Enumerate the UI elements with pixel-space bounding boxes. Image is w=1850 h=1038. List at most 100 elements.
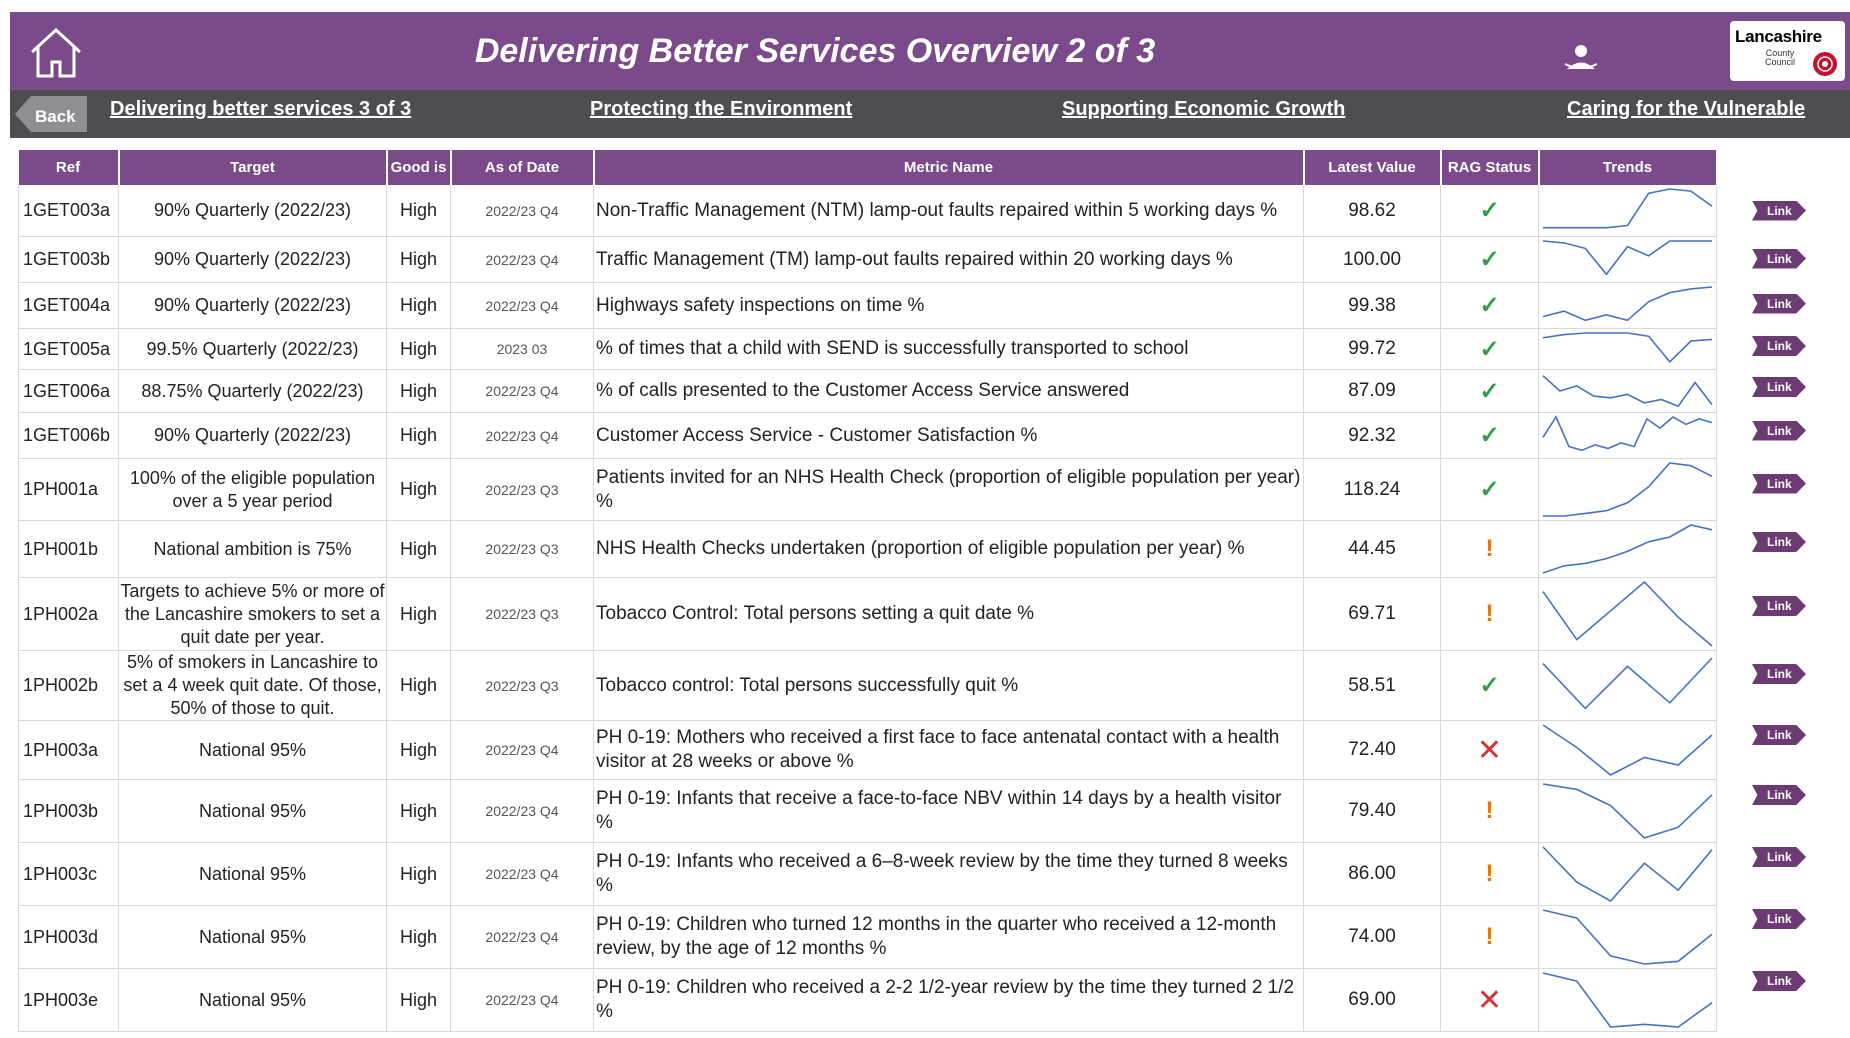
table-row[interactable]: 1PH001b National ambition is 75% High 2022/… [18,520,1717,578]
row-link-button[interactable]: Link [1752,293,1806,314]
latest-value-cell: 99.72 [1303,328,1441,370]
trend-line [1542,972,1713,1028]
latest-value-cell: 98.62 [1303,185,1441,237]
nav-link-supporting-economic-growth[interactable]: Supporting Economic Growth [1062,98,1345,121]
row-link-button[interactable]: Link [1752,377,1806,397]
row-link-button[interactable]: Link [1752,336,1806,356]
table-row[interactable]: 1GET003a 90% Quarterly (2022/23) High 2022/… [18,185,1717,237]
nav-link-caring-vulnerable[interactable]: Caring for the Vulnerable [1567,98,1805,121]
as-of-date-cell: 2022/23 Q3 [450,577,594,651]
header-bar: Delivering Better Services Overview 2 of… [10,12,1850,90]
trend-line [1542,909,1713,965]
column-header[interactable]: Latest Value [1303,150,1442,185]
ref-cell: 1GET004a [18,282,119,329]
row-link-button[interactable]: Link [1752,725,1806,745]
as-of-date-cell: 2022/23 Q4 [450,412,594,459]
table-row[interactable]: 1GET003b 90% Quarterly (2022/23) High 2022/… [18,236,1717,283]
good-is-cell: High [386,968,451,1032]
user-icon[interactable] [1563,42,1599,72]
table-row[interactable]: 1GET006a 88.75% Quarterly (2022/23) High 20… [18,369,1717,413]
table-row[interactable]: 1PH003e National 95% High 2022/23 Q4 PH 0-19… [18,968,1717,1032]
row-link-button[interactable]: Link [1752,596,1806,616]
ref-cell: 1GET003b [18,236,119,283]
trend-line [1542,846,1713,903]
good-is-cell: High [386,520,451,578]
page-title: Delivering Better Services Overview 2 of… [474,32,1156,70]
trend-line [1542,332,1713,363]
table-row[interactable]: 1PH002b 5% of smokers in Lancashire to se… [18,650,1717,721]
good-is-cell: High [386,412,451,459]
good-is-cell: High [386,185,451,237]
row-link-button[interactable]: Link [1752,971,1806,991]
table-row[interactable]: 1GET005a 99.5% Quarterly (2022/23) High 202… [18,328,1717,370]
good-is-cell: High [386,369,451,413]
column-header[interactable]: RAG Status [1440,150,1540,185]
column-header[interactable]: Good is [386,150,452,185]
trend-cell [1538,650,1717,721]
target-cell: 99.5% Quarterly (2022/23) [118,328,387,370]
table-row[interactable]: 1PH003c National 95% High 2022/23 Q4 PH 0-19… [18,842,1717,906]
column-header[interactable]: Target [118,150,388,185]
good-is-cell: High [386,842,451,906]
ref-cell: 1PH003d [18,905,119,969]
latest-value-cell: 69.71 [1303,577,1441,651]
nav-link-protecting-environment[interactable]: Protecting the Environment [590,98,852,121]
rag-status-cell: ! [1440,905,1539,969]
latest-value-cell: 58.51 [1303,650,1441,721]
trend-line [1543,188,1713,229]
column-header[interactable]: Metric Name [593,150,1305,185]
trend-sparkline [1542,415,1713,452]
ref-cell: 1PH001a [18,458,119,521]
trend-cell [1538,520,1717,578]
row-link-button[interactable]: Link [1752,532,1806,552]
trend-line [1542,240,1712,276]
nav-link-delivering-better-services-3[interactable]: Delivering better services 3 of 3 [110,98,411,121]
table-row[interactable]: 1GET004a 90% Quarterly (2022/23) High 2022/… [18,282,1717,329]
row-link-button[interactable]: Link [1752,664,1806,684]
table-row[interactable]: 1PH003b National 95% High 2022/23 Q4 PH 0-19… [18,779,1717,843]
trend-sparkline [1542,783,1713,839]
row-link-button[interactable]: Link [1752,200,1806,221]
trend-line [1542,656,1713,710]
column-header[interactable]: Trends [1538,150,1718,185]
as-of-date-cell: 2022/23 Q3 [450,458,594,521]
ref-cell: 1PH002a [18,577,119,651]
as-of-date-cell: 2022/23 Q3 [450,650,594,721]
trend-line [1542,783,1713,839]
back-button[interactable]: Back [15,96,87,132]
metric-name-cell: Customer Access Service - Customer Satis… [593,412,1304,459]
logo-title: Lancashire [1735,27,1822,46]
table-row[interactable]: 1GET006b 90% Quarterly (2022/23) High 2022/… [18,412,1717,459]
table-row[interactable]: 1PH001a 100% of the eligible population o… [18,458,1717,521]
column-header[interactable]: Ref [18,150,120,185]
good-is-cell: High [386,328,451,370]
row-link-button[interactable]: Link [1752,785,1806,805]
nav-bar: Back Delivering better services 3 of 3 P… [10,90,1850,138]
check-icon: ✓ [1479,335,1500,363]
table-row[interactable]: 1PH002a Targets to achieve 5% or more of … [18,577,1717,651]
trend-cell [1538,369,1717,413]
trend-cell [1538,577,1717,651]
row-link-button[interactable]: Link [1752,847,1806,867]
row-link-button[interactable]: Link [1752,909,1806,929]
column-header[interactable]: As of Date [450,150,595,185]
good-is-cell: High [386,236,451,283]
row-link-button[interactable]: Link [1752,420,1806,441]
metric-name-cell: % of times that a child with SEND is suc… [593,328,1304,370]
check-icon: ✓ [1479,377,1500,405]
trend-sparkline [1542,580,1713,647]
row-link-button[interactable]: Link [1752,248,1806,269]
trend-sparkline [1542,524,1713,574]
trend-cell [1538,458,1717,521]
trend-sparkline [1542,656,1713,710]
metric-name-cell: Highways safety inspections on time % [593,282,1304,329]
table-row[interactable]: 1PH003a National 95% High 2022/23 Q4 PH 0-19… [18,720,1717,780]
table-row[interactable]: 1PH003d National 95% High 2022/23 Q4 PH 0-19… [18,905,1717,969]
row-link-button[interactable]: Link [1752,473,1806,494]
target-cell: 90% Quarterly (2022/23) [118,412,387,459]
trend-sparkline [1542,724,1713,776]
target-cell: 90% Quarterly (2022/23) [118,282,387,329]
ref-cell: 1PH003b [18,779,119,843]
trend-sparkline [1543,462,1713,517]
target-cell: National ambition is 75% [118,520,387,578]
